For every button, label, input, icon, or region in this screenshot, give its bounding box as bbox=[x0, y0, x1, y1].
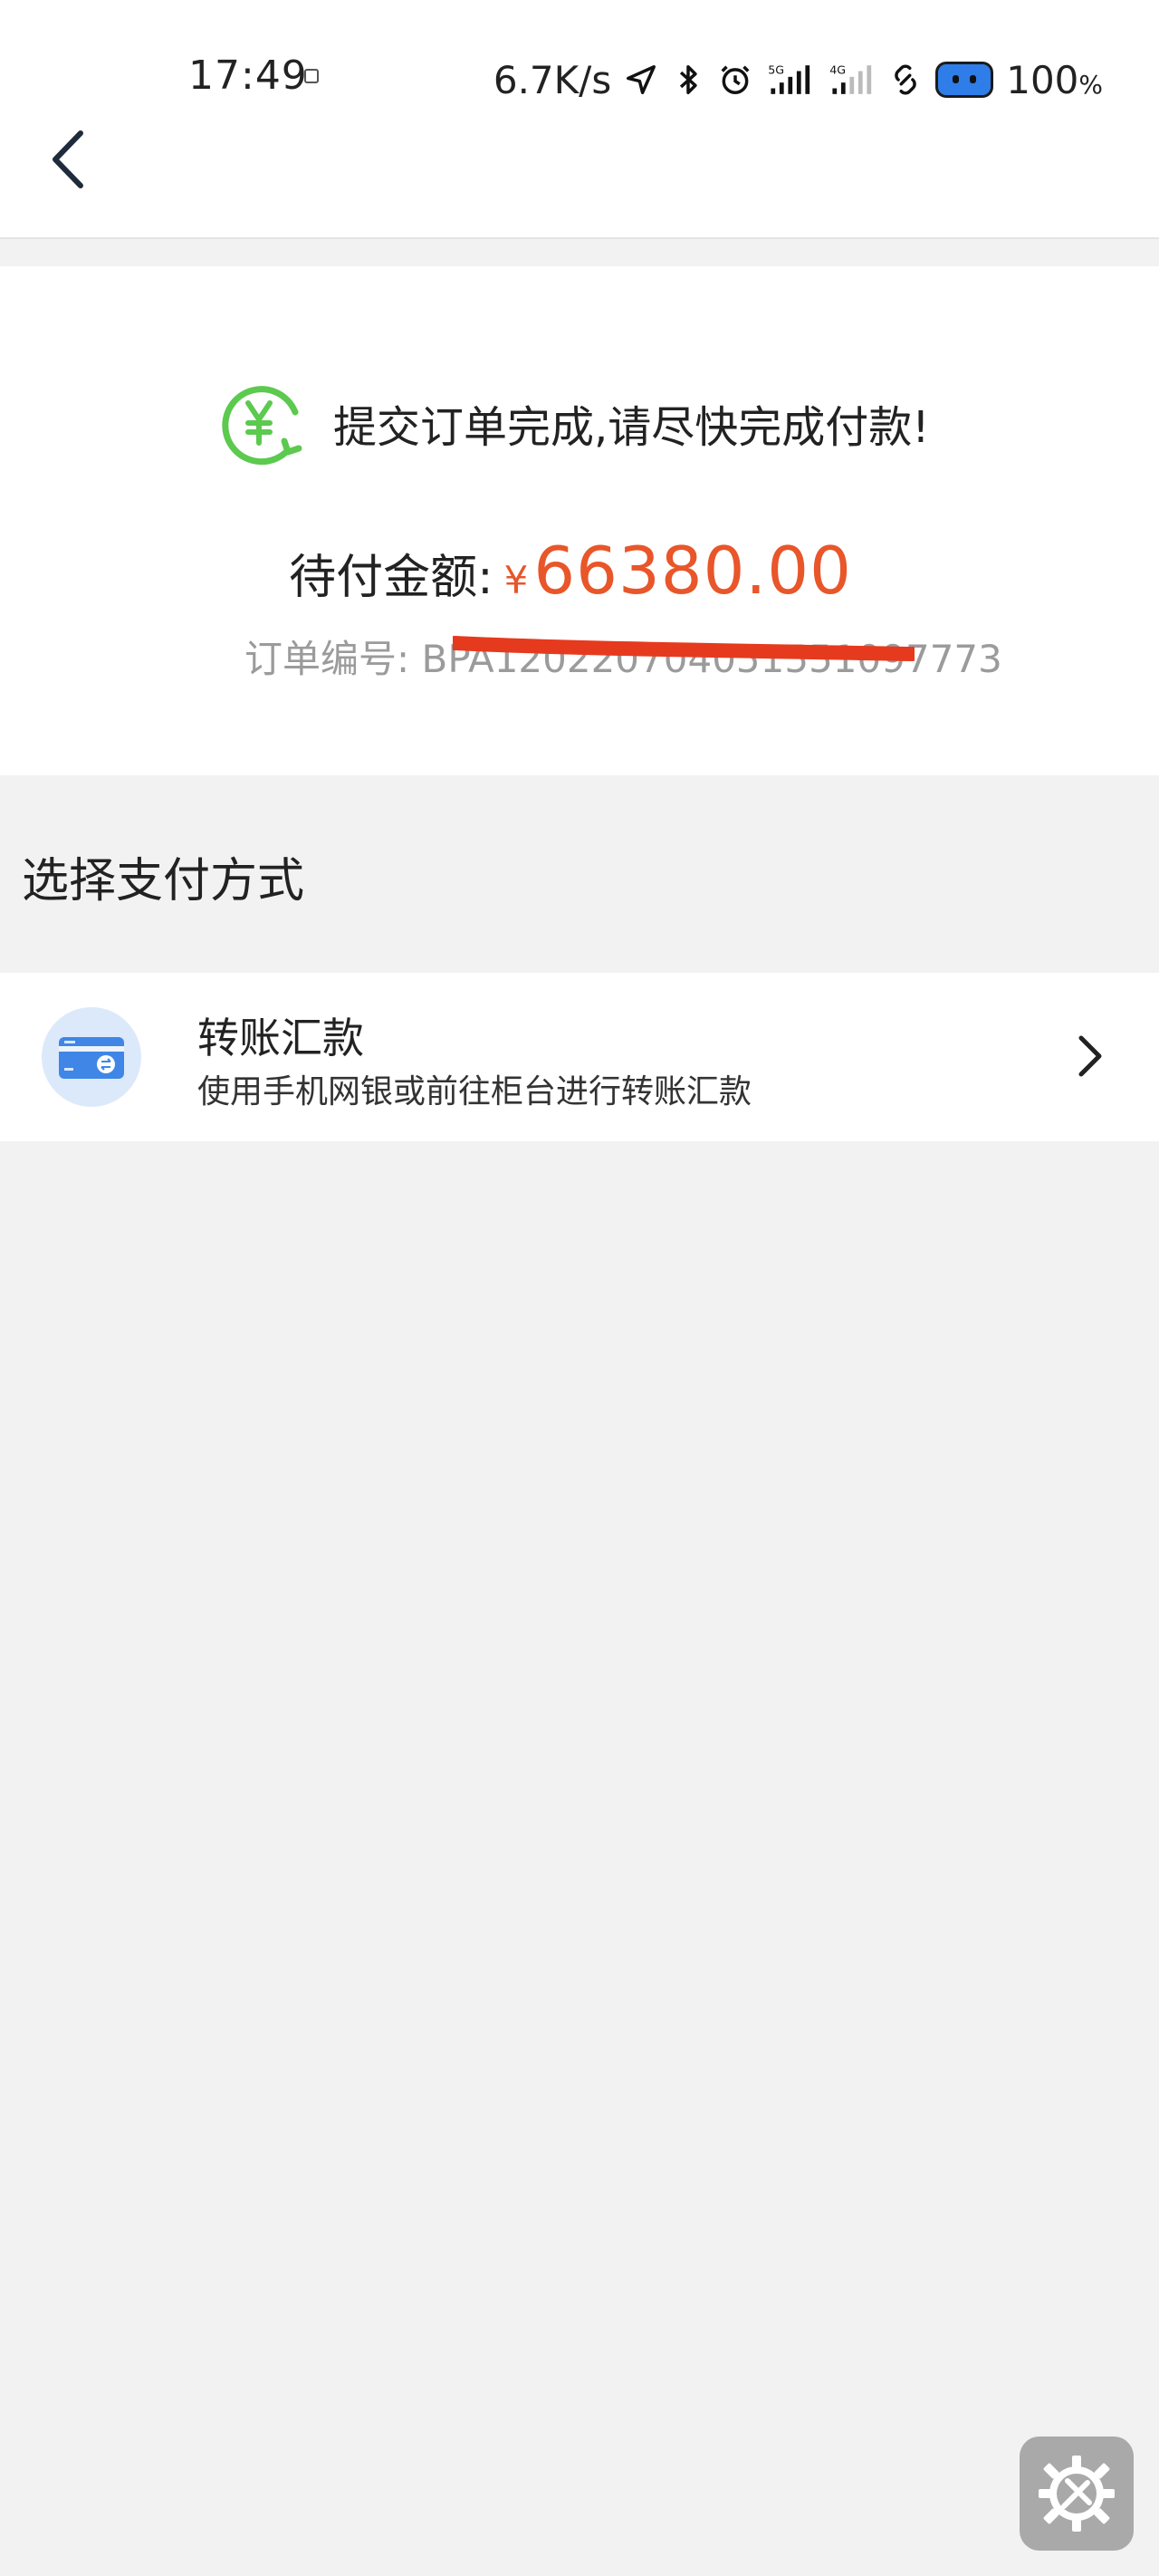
order-number-label: 订单编号: bbox=[244, 637, 410, 681]
payment-method-bank-transfer[interactable]: 转账汇款 使用手机网银或前往柜台进行转账汇款 bbox=[0, 973, 1159, 1141]
alarm-icon bbox=[718, 62, 752, 97]
bank-card-transfer-icon bbox=[42, 1007, 141, 1107]
link-icon bbox=[888, 62, 923, 97]
redaction-mark bbox=[453, 636, 915, 661]
payment-screen: 17:49 6.7K/s 5G 4G 100% 提交订单完成,请尽快完成付款! … bbox=[0, 0, 1159, 2576]
battery-face-icon bbox=[935, 62, 994, 98]
location-arrow-icon bbox=[624, 62, 658, 97]
method-description: 使用手机网银或前往柜台进行转账汇款 bbox=[197, 1073, 752, 1110]
notification-icon bbox=[304, 69, 319, 83]
svg-text:5G: 5G bbox=[768, 63, 784, 77]
top-bar: 17:49 6.7K/s 5G 4G 100% bbox=[0, 0, 1159, 239]
back-button[interactable] bbox=[36, 123, 100, 196]
bluetooth-icon bbox=[671, 62, 705, 97]
yen-refresh-icon bbox=[222, 386, 302, 466]
svg-text:4G: 4G bbox=[829, 63, 846, 77]
success-message-text: 提交订单完成,请尽快完成付款! bbox=[333, 402, 930, 453]
battery-level: 100% bbox=[1006, 57, 1103, 102]
amount-label: 待付金额: bbox=[289, 551, 493, 605]
order-success-message: 提交订单完成,请尽快完成付款! bbox=[216, 373, 930, 473]
signal-4g-icon: 4G bbox=[827, 62, 876, 97]
status-icons: 6.7K/s 5G 4G 100% bbox=[493, 53, 1103, 107]
signal-5g-icon: 5G bbox=[765, 62, 814, 97]
chevron-left-icon bbox=[53, 130, 83, 188]
method-title: 转账汇款 bbox=[197, 1014, 364, 1062]
currency-symbol: ¥ bbox=[503, 558, 529, 602]
floating-tools-button[interactable] bbox=[1020, 2437, 1134, 2551]
network-speed: 6.7K/s bbox=[493, 57, 612, 102]
chevron-right-icon bbox=[1078, 1035, 1102, 1077]
settings-tools-icon bbox=[1039, 2456, 1115, 2532]
amount-value: 66380.00 bbox=[533, 533, 852, 609]
amount-due: 待付金额: ¥ 66380.00 bbox=[0, 533, 1150, 609]
status-time: 17:49 bbox=[188, 53, 308, 99]
order-summary-card: 提交订单完成,请尽快完成付款! 待付金额: ¥ 66380.00 订单编号: B… bbox=[0, 266, 1159, 775]
payment-section-title: 选择支付方式 bbox=[22, 854, 305, 908]
